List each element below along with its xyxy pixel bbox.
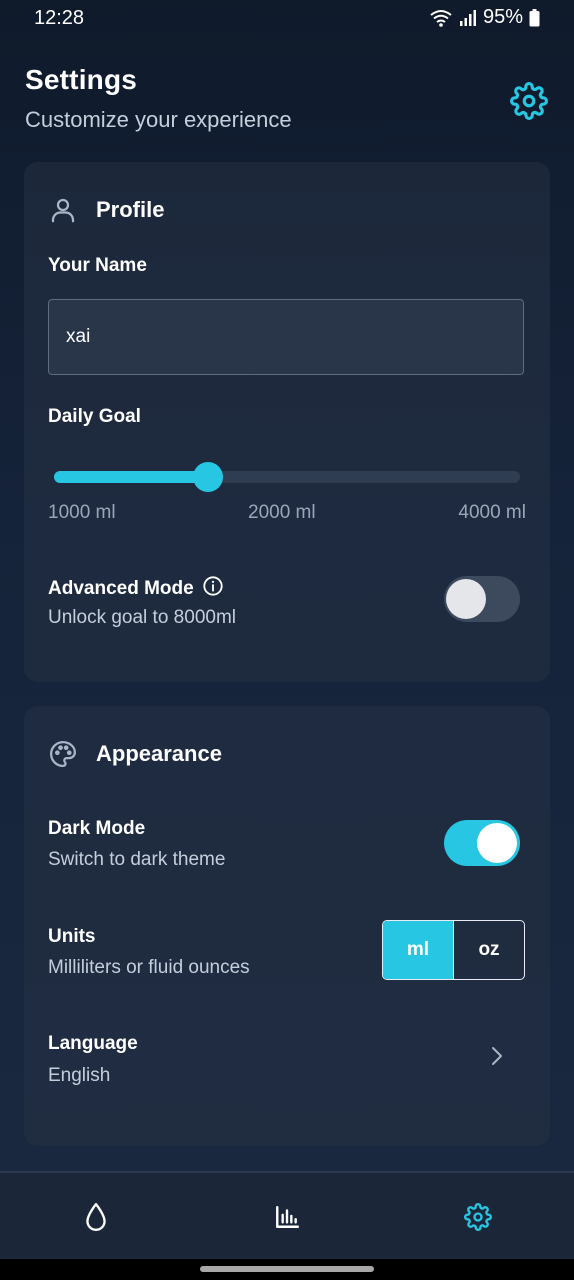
- toggle-knob: [446, 579, 486, 619]
- units-option-ml[interactable]: ml: [383, 921, 453, 979]
- units-segmented-control: ml oz: [382, 920, 525, 980]
- tick-mid: 2000 ml: [248, 502, 316, 523]
- name-label: Your Name: [48, 255, 147, 276]
- daily-goal-label: Daily Goal: [48, 406, 141, 427]
- bar-chart-icon: [274, 1204, 300, 1235]
- dark-mode-toggle[interactable]: [444, 820, 520, 866]
- advanced-mode-description: Unlock goal to 8000ml: [48, 607, 236, 628]
- info-icon[interactable]: [202, 575, 224, 603]
- units-description: Milliliters or fluid ounces: [48, 957, 250, 978]
- water-drop-icon: [83, 1202, 109, 1237]
- nav-hydration[interactable]: [76, 1201, 116, 1237]
- wifi-icon: [429, 8, 453, 28]
- units-label: Units: [48, 926, 96, 947]
- gear-icon: [464, 1202, 492, 1236]
- language-label: Language: [48, 1033, 138, 1054]
- appearance-card: Appearance Dark Mode Switch to dark them…: [24, 706, 550, 1146]
- page-title: Settings: [25, 64, 138, 95]
- name-input[interactable]: [48, 299, 524, 375]
- slider-fill: [54, 471, 208, 483]
- profile-card: Profile Your Name Daily Goal 1000 ml 200…: [24, 162, 550, 682]
- status-time: 12:28: [34, 7, 85, 29]
- profile-section-title: Profile: [96, 197, 165, 222]
- dark-mode-label: Dark Mode: [48, 818, 146, 839]
- advanced-mode-label: Advanced Mode: [48, 578, 194, 599]
- battery-percent: 95%: [482, 6, 523, 28]
- status-icons: 95%: [429, 6, 540, 29]
- signal-icon: [459, 9, 477, 27]
- tick-max: 4000 ml: [458, 502, 526, 523]
- slider-thumb[interactable]: [193, 462, 223, 492]
- chevron-right-icon: [484, 1044, 508, 1073]
- nav-settings[interactable]: [458, 1201, 498, 1237]
- appearance-section-title: Appearance: [96, 741, 222, 766]
- user-icon: [48, 195, 78, 225]
- palette-icon: [48, 739, 78, 769]
- advanced-mode-toggle[interactable]: [444, 576, 520, 622]
- gear-icon[interactable]: [508, 80, 550, 122]
- daily-goal-slider[interactable]: [54, 462, 520, 492]
- dark-mode-description: Switch to dark theme: [48, 849, 226, 870]
- units-option-oz[interactable]: oz: [453, 921, 524, 979]
- nav-statistics[interactable]: [267, 1201, 307, 1237]
- toggle-knob: [477, 823, 517, 863]
- language-value: English: [48, 1065, 111, 1086]
- advanced-mode-row: Advanced Mode: [48, 575, 224, 603]
- gesture-bar[interactable]: [200, 1266, 374, 1272]
- page-subtitle: Customize your experience: [25, 107, 292, 132]
- battery-icon: [529, 8, 540, 27]
- tick-min: 1000 ml: [48, 502, 116, 523]
- bottom-nav: [0, 1171, 574, 1261]
